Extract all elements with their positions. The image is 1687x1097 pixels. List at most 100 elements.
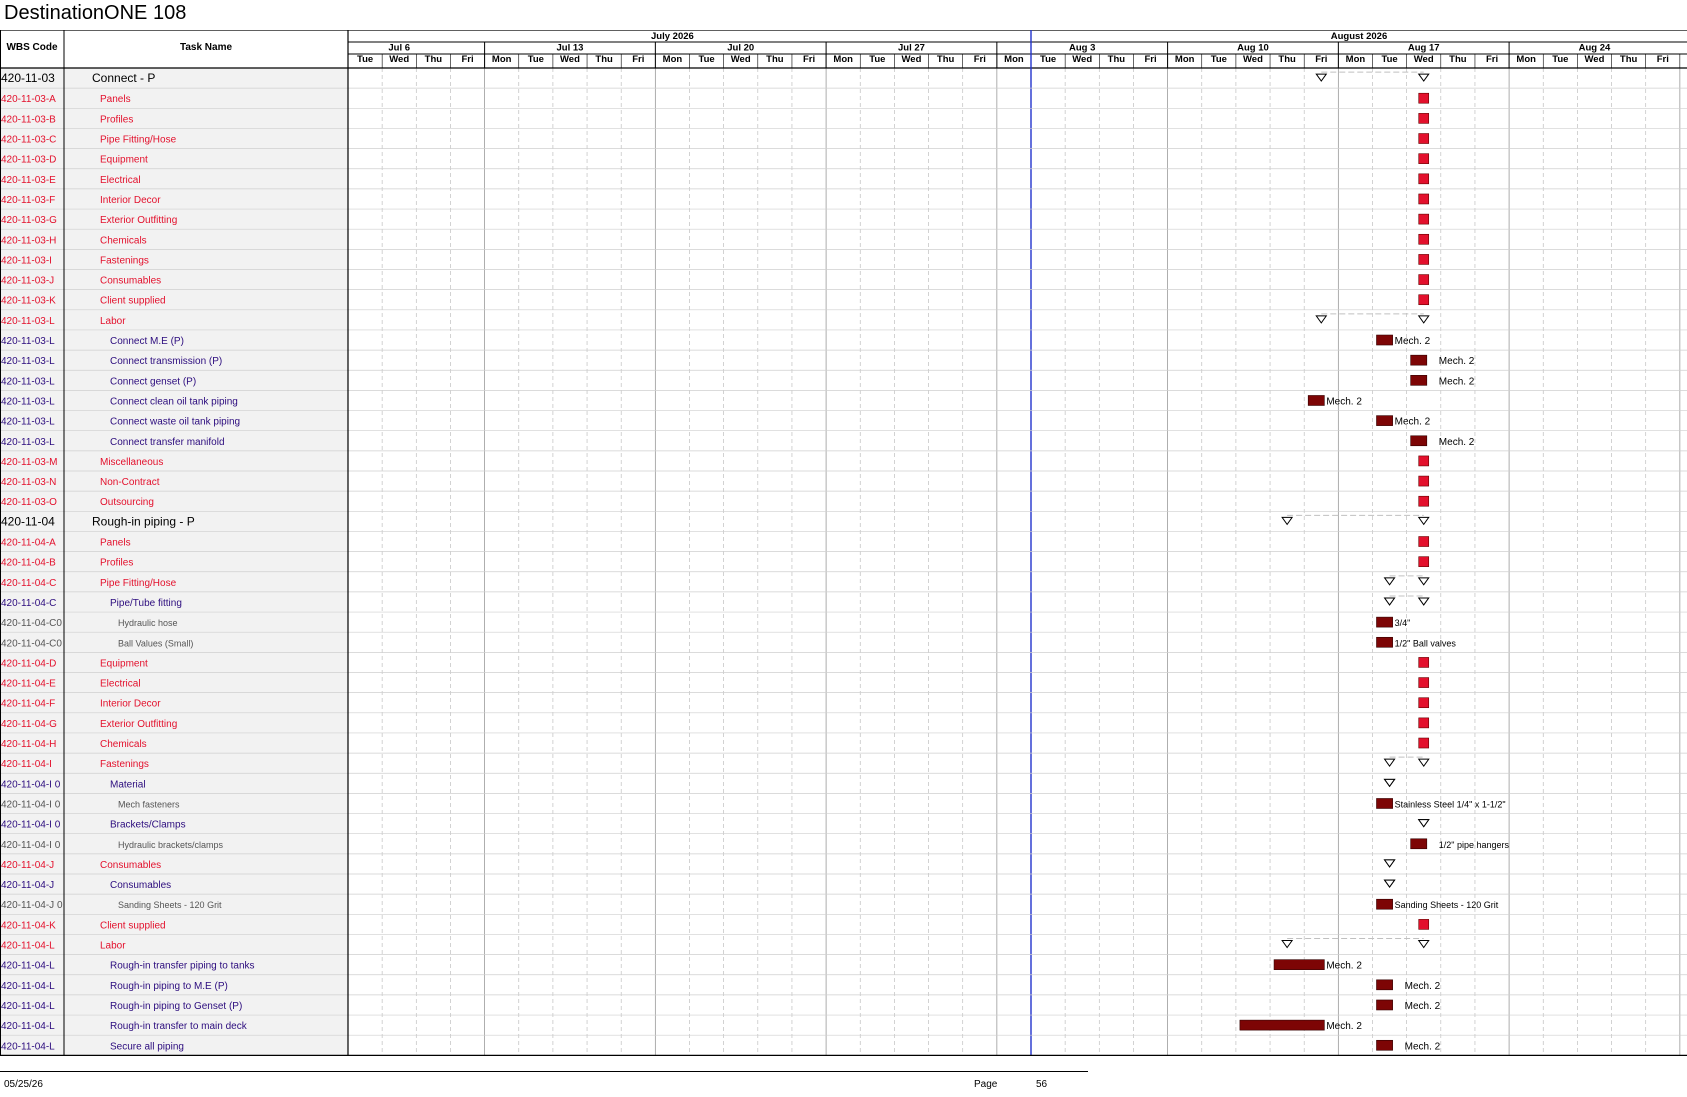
day-label: Fri bbox=[1657, 54, 1669, 65]
task-bar bbox=[1273, 959, 1325, 970]
row-task-name: Miscellaneous bbox=[100, 457, 163, 468]
row-task-name: Ball Values (Small) bbox=[118, 638, 193, 648]
task-resource-label: 3/4" bbox=[1395, 618, 1411, 628]
task-bar bbox=[1307, 395, 1325, 406]
day-label: Fri bbox=[974, 54, 986, 65]
row-wbs-code: 420-11-03-A bbox=[1, 94, 56, 105]
week-label: Aug 3 bbox=[1069, 43, 1095, 54]
day-label: Tue bbox=[698, 54, 714, 65]
task-bar bbox=[1410, 838, 1428, 850]
row-task-name: Interior Decor bbox=[100, 699, 161, 710]
row-task-name: Exterior Outfitting bbox=[100, 215, 177, 226]
row-task-name: Connect transmission (P) bbox=[110, 356, 222, 367]
row-wbs-code: 420-11-04-I 0 bbox=[1, 820, 61, 831]
week-label: Jul 6 bbox=[388, 43, 410, 54]
row-wbs-code: 420-11-03-C bbox=[1, 135, 56, 146]
row-task-name: Hydraulic hose bbox=[118, 618, 178, 628]
row-task-name: Connect clean oil tank piping bbox=[110, 396, 238, 407]
row-task-name: Consumables bbox=[100, 860, 161, 871]
row-wbs-code: 420-11-03-L bbox=[1, 417, 55, 428]
row-task-name: Rough-in piping to M.E (P) bbox=[110, 981, 228, 992]
day-label: Fri bbox=[632, 54, 644, 65]
row-wbs-code: 420-11-04-J 0 bbox=[1, 900, 63, 911]
week-label: Aug 24 bbox=[1579, 43, 1611, 54]
day-label: Mon bbox=[1004, 54, 1024, 65]
day-label: Fri bbox=[803, 54, 815, 65]
row-wbs-code: 420-11-03-E bbox=[1, 175, 56, 186]
row-wbs-code: 420-11-03-L bbox=[1, 316, 55, 327]
task-bar bbox=[1376, 979, 1393, 991]
task-bar bbox=[1376, 798, 1393, 809]
day-label: Wed bbox=[731, 54, 751, 65]
row-task-name: Connect M.E (P) bbox=[110, 336, 184, 347]
row-wbs-code: 420-11-04-F bbox=[1, 699, 55, 710]
row-task-name: Pipe/Tube fitting bbox=[110, 598, 182, 609]
summary-start-marker bbox=[1315, 73, 1328, 82]
row-wbs-code: 420-11-04-G bbox=[1, 719, 57, 730]
row-task-name: Hydraulic brackets/clamps bbox=[118, 840, 224, 850]
milestone-marker bbox=[1418, 717, 1430, 729]
task-resource-label: Stainless Steel 1/4" x 1-1/2" bbox=[1395, 799, 1506, 809]
row-wbs-code: 420-11-04-L bbox=[1, 1001, 55, 1012]
row-wbs-code: 420-11-04-D bbox=[1, 658, 56, 669]
task-bar bbox=[1376, 999, 1393, 1011]
row-task-name: Connect genset (P) bbox=[110, 376, 196, 387]
milestone-marker bbox=[1418, 233, 1430, 245]
row-task-name: Fastenings bbox=[100, 255, 149, 266]
milestone-marker bbox=[1418, 919, 1430, 930]
day-label: Thu bbox=[1108, 54, 1126, 65]
row-task-name: Profiles bbox=[100, 114, 133, 125]
row-wbs-code: 420-11-04-L bbox=[1, 961, 55, 972]
task-bar bbox=[1376, 616, 1393, 628]
day-label: Tue bbox=[1552, 54, 1568, 65]
row-wbs-code: 420-11-04-L bbox=[1, 1021, 55, 1032]
week-label: Jul 13 bbox=[557, 43, 584, 54]
summary-end-marker bbox=[1417, 315, 1430, 324]
row-wbs-code: 420-11-03-D bbox=[1, 155, 56, 166]
row-task-name: Non-Contract bbox=[100, 477, 160, 488]
summary-end-marker bbox=[1417, 577, 1430, 586]
summary-end-marker bbox=[1383, 859, 1396, 868]
row-task-name: Profiles bbox=[100, 558, 133, 569]
row-wbs-code: 420-11-03-H bbox=[1, 235, 56, 246]
row-task-name: Panels bbox=[100, 538, 131, 549]
task-resource-label: Mech. 2 bbox=[1395, 336, 1431, 347]
month-label: July 2026 bbox=[651, 31, 694, 42]
day-label: Fri bbox=[1144, 54, 1156, 65]
page-title: DestinationONE 108 bbox=[4, 2, 187, 24]
task-resource-label: 1/2" pipe hangers bbox=[1439, 840, 1510, 850]
row-wbs-code: 420-11-03-B bbox=[1, 114, 56, 125]
row-wbs-code: 420-11-03-O bbox=[1, 497, 57, 508]
row-task-name: Labor bbox=[100, 941, 126, 952]
summary-end-marker bbox=[1383, 879, 1396, 888]
footer-page-label: Page bbox=[974, 1079, 998, 1090]
day-label: Wed bbox=[1585, 54, 1605, 65]
summary-start-marker bbox=[1383, 758, 1396, 768]
row-wbs-code: 420-11-03-L bbox=[1, 376, 55, 387]
row-wbs-code: 420-11-04-L bbox=[1, 941, 55, 952]
summary-end-marker bbox=[1417, 73, 1430, 82]
row-task-name: Fastenings bbox=[100, 759, 149, 770]
milestone-marker bbox=[1418, 536, 1430, 547]
day-label: Mon bbox=[492, 54, 512, 65]
task-resource-label: Mech. 2 bbox=[1326, 396, 1362, 407]
task-bar bbox=[1410, 354, 1428, 366]
gantt-chart: WBS Code Task Name July 2026 August 2026 Jul… bbox=[0, 30, 1687, 1056]
summary-end-marker bbox=[1417, 819, 1430, 828]
task-bar bbox=[1376, 1039, 1393, 1051]
row-task-name: Equipment bbox=[100, 155, 148, 166]
week-label: Jul 27 bbox=[898, 43, 925, 54]
row-task-name: Consumables bbox=[100, 276, 161, 287]
day-label: Thu bbox=[1620, 54, 1638, 65]
row-wbs-code: 420-11-03 bbox=[1, 71, 55, 85]
row-task-name: Client supplied bbox=[100, 920, 166, 931]
milestone-marker bbox=[1418, 133, 1430, 144]
milestone-marker bbox=[1418, 254, 1430, 265]
day-label: Tue bbox=[869, 54, 885, 65]
week-label: Jul 20 bbox=[727, 43, 754, 54]
row-wbs-code: 420-11-03-M bbox=[1, 457, 58, 468]
row-task-name: Connect - P bbox=[92, 71, 155, 85]
row-wbs-code: 420-11-04-C bbox=[1, 578, 56, 589]
task-resource-label: Sanding Sheets - 120 Grit bbox=[1395, 900, 1499, 910]
milestone-marker bbox=[1418, 274, 1430, 285]
